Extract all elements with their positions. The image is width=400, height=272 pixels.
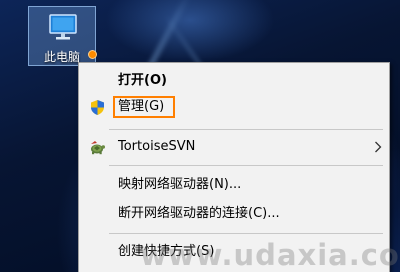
menu-separator [109, 233, 383, 234]
tortoise-svn-icon [91, 141, 105, 155]
desktop-background: 此电脑 打开(O) 管理(G) TortoiseSVN 映射网络驱动器(N)..… [0, 0, 400, 272]
menu-separator [109, 165, 383, 166]
context-menu: 打开(O) 管理(G) TortoiseSVN 映射网络驱动器(N)... 断开… [78, 62, 390, 272]
menu-item-label: 映射网络驱动器(N)... [118, 177, 242, 192]
menu-item-tortoisesvn[interactable]: TortoiseSVN [80, 135, 388, 159]
click-indicator-dot [88, 50, 97, 59]
menu-item-label: TortoiseSVN [118, 139, 196, 154]
chevron-right-icon [375, 141, 382, 153]
menu-item-label: 断开网络驱动器的连接(C)... [118, 206, 280, 221]
menu-separator [109, 129, 383, 130]
menu-item-manage[interactable]: 管理(G) [80, 95, 388, 119]
menu-item-disconnect-network-drive[interactable]: 断开网络驱动器的连接(C)... [80, 202, 388, 226]
menu-item-label: 打开(O) [118, 73, 167, 88]
menu-item-label: 管理(G) [118, 99, 165, 114]
menu-item-label: 创建快捷方式(S) [118, 244, 215, 259]
uac-shield-icon [91, 100, 104, 115]
computer-monitor-icon [49, 14, 77, 40]
menu-item-open[interactable]: 打开(O) [80, 69, 388, 93]
desktop-icon-this-pc[interactable]: 此电脑 [28, 6, 96, 66]
menu-item-create-shortcut[interactable]: 创建快捷方式(S) [80, 240, 388, 264]
menu-item-map-network-drive[interactable]: 映射网络驱动器(N)... [80, 173, 388, 197]
